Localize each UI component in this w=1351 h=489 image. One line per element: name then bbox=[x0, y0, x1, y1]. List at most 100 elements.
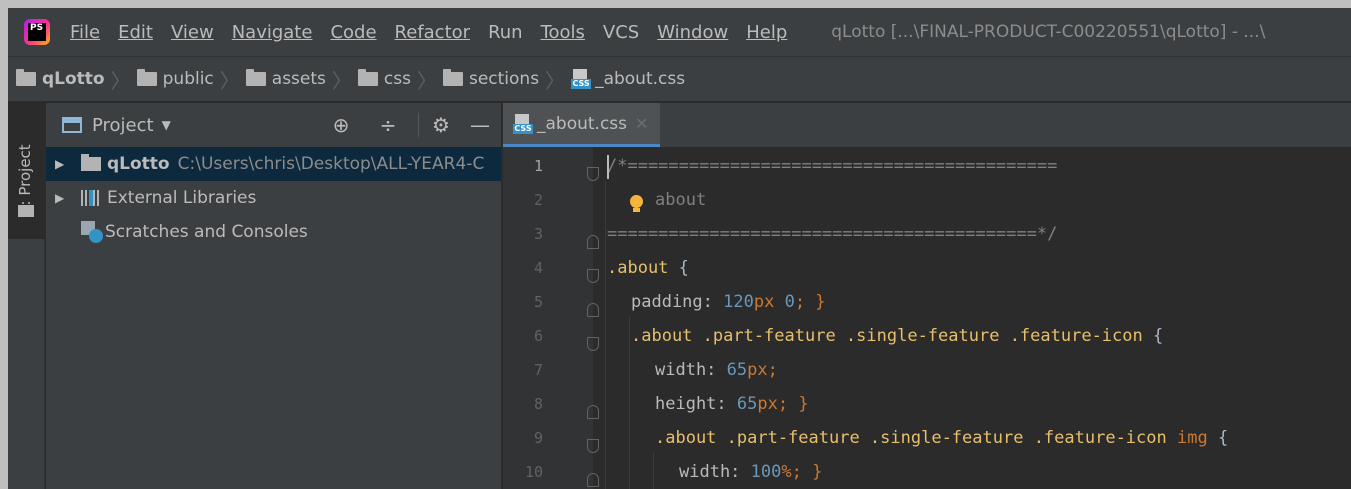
chevron-down-icon[interactable]: ▼ bbox=[162, 118, 171, 132]
folder-icon bbox=[81, 154, 101, 171]
code-tag: img bbox=[1166, 428, 1208, 448]
menu-refactor[interactable]: Refactor bbox=[395, 22, 471, 43]
breadcrumb-separator: 〉 bbox=[545, 68, 566, 93]
line-number: 1 bbox=[533, 157, 543, 175]
menu-vcs[interactable]: VCS bbox=[603, 22, 639, 43]
code-line[interactable]: 10 width: 100%; } bbox=[503, 455, 1351, 489]
breadcrumb-item-about-css[interactable]: CSS _about.css bbox=[571, 69, 685, 89]
menu-window-label: Window bbox=[657, 21, 729, 43]
ide-window: PS File Edit View Navigate Code Refactor… bbox=[8, 8, 1351, 489]
menu-navigate[interactable]: Navigate bbox=[232, 22, 313, 43]
line-number: 6 bbox=[533, 327, 543, 345]
code-brace: { bbox=[1207, 428, 1229, 448]
css-file-icon: CSS bbox=[571, 69, 592, 89]
code-line[interactable]: 4 .about { bbox=[503, 251, 1351, 285]
library-icon bbox=[81, 190, 101, 206]
code-unit: px bbox=[753, 292, 775, 312]
intention-bulb-icon[interactable] bbox=[629, 195, 643, 212]
menu-edit[interactable]: Edit bbox=[118, 22, 153, 43]
expand-arrow-icon[interactable]: ▶ bbox=[55, 157, 67, 171]
menu-tools[interactable]: Tools bbox=[541, 22, 585, 43]
code-unit: px bbox=[747, 360, 768, 380]
collapse-all-icon[interactable]: ÷ bbox=[376, 113, 400, 137]
menu-window[interactable]: Window bbox=[657, 22, 728, 43]
code-punctuation: ; } bbox=[791, 462, 823, 482]
project-view-selector[interactable]: Project bbox=[92, 115, 154, 136]
phpstorm-logo-icon[interactable]: PS bbox=[24, 19, 50, 45]
menu-code[interactable]: Code bbox=[330, 22, 376, 43]
code-selector: .about bbox=[607, 258, 669, 278]
code-property: width: bbox=[679, 462, 751, 482]
folder-icon bbox=[245, 69, 266, 86]
code-line[interactable]: 6 .about .part-feature .single-feature .f… bbox=[503, 319, 1351, 353]
menu-help-label: Help bbox=[746, 21, 788, 43]
menu-view[interactable]: View bbox=[171, 22, 214, 43]
tree-item-path: C:\Users\chris\Desktop\ALL-YEAR4-C bbox=[177, 154, 485, 174]
menu-file[interactable]: File bbox=[70, 22, 100, 43]
line-number: 8 bbox=[533, 395, 543, 413]
code-text: ========================================… bbox=[607, 224, 1058, 244]
project-view-icon bbox=[62, 117, 82, 133]
code-line[interactable]: 9 .about .part-feature .single-feature .f… bbox=[503, 421, 1351, 455]
line-number: 2 bbox=[533, 191, 543, 209]
breadcrumb-label: _about.css bbox=[595, 69, 686, 89]
menu-navigate-label: Navigate bbox=[231, 21, 313, 43]
breadcrumb-separator: 〉 bbox=[416, 68, 437, 93]
window-title: qLotto [...\FINAL-PRODUCT-C00220551\qLot… bbox=[831, 22, 1266, 42]
folder-icon bbox=[136, 69, 157, 86]
breadcrumb: qLotto 〉 public 〉 assets 〉 css 〉 section… bbox=[8, 56, 1351, 102]
code-line[interactable]: 7 width: 65 px; bbox=[503, 353, 1351, 387]
code-brace: { bbox=[668, 258, 689, 278]
tree-item-project-root[interactable]: ▶ qLotto C:\Users\chris\Desktop\ALL-YEAR… bbox=[46, 147, 501, 181]
code-unit: px bbox=[757, 394, 778, 414]
menu-bar: PS File Edit View Navigate Code Refactor… bbox=[8, 8, 1351, 56]
code-number: 65 bbox=[726, 360, 748, 380]
code-number: 100 bbox=[750, 462, 782, 482]
code-property: padding: bbox=[631, 292, 724, 312]
tab-about-css[interactable]: CSS _about.css ✕ bbox=[503, 103, 661, 147]
tree-item-scratches[interactable]: Scratches and Consoles bbox=[46, 215, 501, 249]
project-panel-header: Project ▼ ⊕ ÷ ⚙ — bbox=[46, 103, 501, 147]
breadcrumb-item-qlotto[interactable]: qLotto bbox=[16, 69, 105, 89]
line-number: 5 bbox=[533, 293, 543, 311]
code-line[interactable]: 8 height: 65 px; } bbox=[503, 387, 1351, 421]
code-selector: .about .part-feature .single-feature .fe… bbox=[631, 326, 1143, 346]
menu-file-label: File bbox=[70, 21, 101, 43]
breadcrumb-separator: 〉 bbox=[219, 68, 240, 93]
menu-edit-label: Edit bbox=[118, 21, 153, 43]
tree-item-label: Scratches and Consoles bbox=[105, 222, 308, 242]
project-panel: Project ▼ ⊕ ÷ ⚙ — ▶ qLotto C:\Users\chri… bbox=[46, 103, 502, 489]
code-punctuation: ; } bbox=[794, 292, 826, 312]
breadcrumb-item-sections[interactable]: sections bbox=[442, 69, 540, 89]
close-icon[interactable]: ✕ bbox=[635, 114, 648, 133]
line-number: 3 bbox=[533, 225, 543, 243]
breadcrumb-label: public bbox=[162, 69, 214, 89]
code-line[interactable]: 1 /*=====================================… bbox=[503, 149, 1351, 183]
css-file-icon: CSS bbox=[513, 113, 533, 134]
code-line[interactable]: 3 =======================================… bbox=[503, 217, 1351, 251]
code-punctuation: ; bbox=[767, 360, 778, 380]
tree-item-external-libraries[interactable]: ▶ External Libraries bbox=[46, 181, 501, 215]
hide-panel-icon[interactable]: — bbox=[468, 113, 492, 137]
code-property: height: bbox=[655, 394, 737, 414]
breadcrumb-label: qLotto bbox=[42, 69, 105, 89]
tool-window-strip: 1: Project bbox=[8, 103, 45, 489]
breadcrumb-label: sections bbox=[468, 69, 540, 89]
locate-file-icon[interactable]: ⊕ bbox=[329, 113, 353, 137]
gear-icon[interactable]: ⚙ bbox=[429, 113, 453, 137]
project-tool-tab[interactable]: 1: Project bbox=[8, 103, 45, 239]
folder-icon bbox=[357, 69, 378, 86]
menu-code-label: Code bbox=[330, 21, 377, 43]
menu-view-label: View bbox=[170, 21, 214, 43]
folder-icon bbox=[18, 205, 34, 217]
toolbar-divider bbox=[418, 113, 419, 137]
breadcrumb-item-css[interactable]: css bbox=[357, 69, 411, 89]
expand-arrow-icon[interactable]: ▶ bbox=[55, 191, 67, 205]
breadcrumb-item-assets[interactable]: assets bbox=[245, 69, 326, 89]
code-selector: .about .part-feature .single-feature .fe… bbox=[655, 428, 1167, 448]
breadcrumb-item-public[interactable]: public bbox=[136, 69, 214, 89]
line-number: 10 bbox=[524, 463, 543, 481]
code-line[interactable]: 5 padding: 120 px 0; } bbox=[503, 285, 1351, 319]
menu-run[interactable]: Run bbox=[488, 22, 523, 43]
menu-help[interactable]: Help bbox=[746, 22, 787, 43]
